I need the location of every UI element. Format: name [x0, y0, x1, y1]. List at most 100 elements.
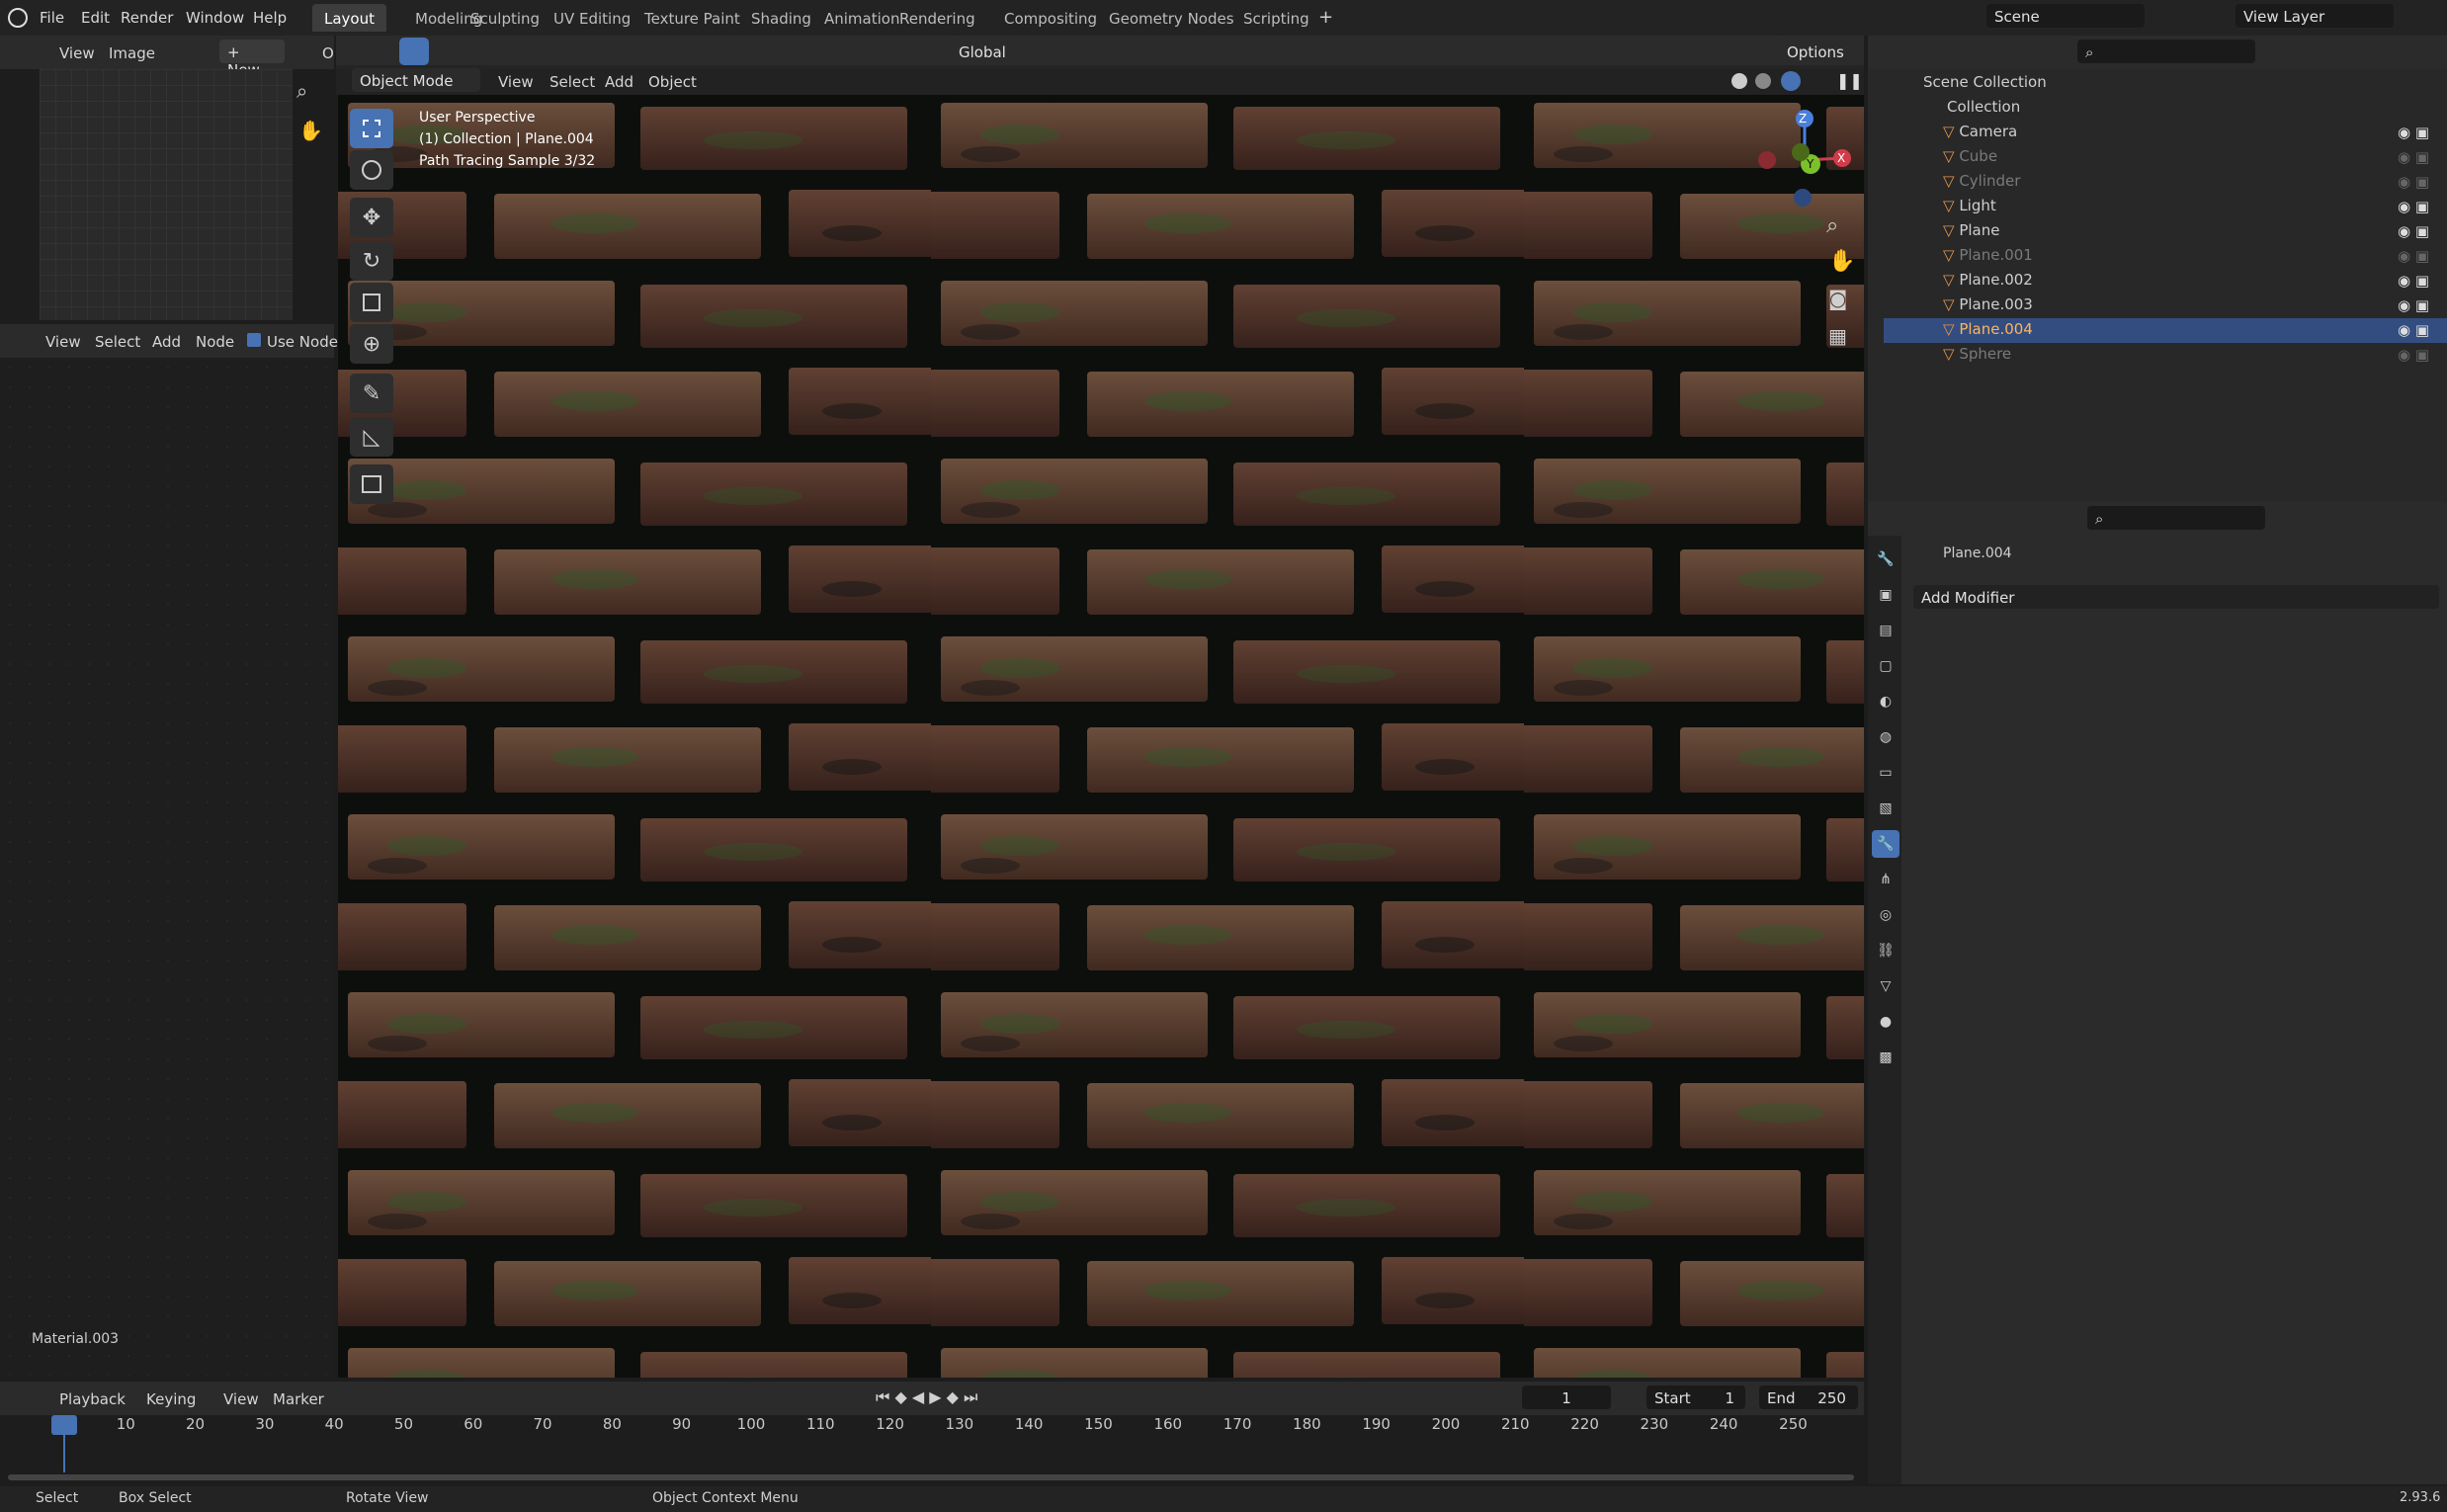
- open-image-button[interactable]: O: [322, 44, 334, 62]
- annotate-tool-icon[interactable]: ✎: [350, 374, 393, 413]
- tab-sculpting[interactable]: Sculpting: [459, 4, 551, 32]
- visibility-icon[interactable]: ◉ ▣: [2398, 224, 2429, 239]
- rotate-tool-icon[interactable]: ↻: [350, 241, 393, 281]
- view-layer-field[interactable]: View Layer: [2236, 4, 2394, 28]
- collection-row[interactable]: Collection: [1884, 96, 2447, 121]
- mode-selector[interactable]: Object Mode: [352, 68, 480, 92]
- visibility-icon[interactable]: ◉ ▣: [2398, 126, 2429, 140]
- properties-tab-view-layer-icon[interactable]: ▢: [1872, 652, 1899, 680]
- outliner-item-cube[interactable]: ▽ Cube ◉ ▣: [1884, 145, 2447, 170]
- visibility-icon[interactable]: ◉ ▣: [2398, 323, 2429, 338]
- tab-scripting[interactable]: Scripting: [1231, 4, 1321, 32]
- properties-tab-texture-icon[interactable]: ▩: [1872, 1044, 1899, 1071]
- 3d-viewport[interactable]: [338, 95, 1864, 1378]
- shading-material-icon[interactable]: [1755, 73, 1771, 89]
- current-frame-field[interactable]: 1: [1522, 1386, 1611, 1409]
- select-box-header-icon[interactable]: [399, 38, 429, 65]
- cursor-tool-icon[interactable]: [350, 150, 393, 190]
- add-modifier-dropdown[interactable]: Add Modifier: [1913, 585, 2439, 609]
- shading-rendered-icon[interactable]: [1781, 71, 1801, 91]
- select-box-tool-icon[interactable]: [350, 109, 393, 148]
- marker-menu[interactable]: Marker: [273, 1390, 324, 1408]
- viewport-select-menu[interactable]: Select: [549, 73, 595, 91]
- visibility-icon[interactable]: ◉ ▣: [2398, 150, 2429, 165]
- tab-layout[interactable]: Layout: [312, 4, 386, 32]
- properties-tab-data-icon[interactable]: ▽: [1872, 972, 1899, 1000]
- tab-rendering[interactable]: Rendering: [887, 4, 987, 32]
- visibility-icon[interactable]: ◉ ▣: [2398, 175, 2429, 190]
- shading-solid-icon[interactable]: [1731, 73, 1747, 89]
- visibility-icon[interactable]: ◉ ▣: [2398, 348, 2429, 363]
- image-image-menu[interactable]: Image: [109, 44, 155, 62]
- outliner-item-cylinder[interactable]: ▽ Cylinder ◉ ▣: [1884, 170, 2447, 195]
- properties-tab-output-icon[interactable]: ▤: [1872, 617, 1899, 644]
- tab-texture-paint[interactable]: Texture Paint: [633, 4, 752, 32]
- end-frame-field[interactable]: End 250: [1759, 1386, 1858, 1409]
- move-tool-icon[interactable]: ✥: [350, 198, 393, 237]
- menu-render[interactable]: Render: [121, 9, 173, 27]
- tab-uv-editing[interactable]: UV Editing: [542, 4, 642, 32]
- properties-tab-collection-icon[interactable]: ▭: [1872, 759, 1899, 787]
- tab-compositing[interactable]: Compositing: [992, 4, 1109, 32]
- timeline-scrollbar[interactable]: [8, 1474, 1854, 1480]
- hand-icon[interactable]: ✋: [298, 121, 323, 140]
- visibility-icon[interactable]: ◉ ▣: [2398, 298, 2429, 313]
- outliner-item-plane-002[interactable]: ▽ Plane.002 ◉ ▣: [1884, 269, 2447, 294]
- start-frame-field[interactable]: Start 1: [1646, 1386, 1745, 1409]
- grid-view-icon[interactable]: ▦: [1828, 326, 1847, 346]
- properties-tab-object-icon[interactable]: ▧: [1872, 795, 1899, 822]
- blender-logo-icon[interactable]: [8, 8, 28, 28]
- scale-tool-icon[interactable]: [350, 283, 393, 322]
- outliner-item-camera[interactable]: ▽ Camera ◉ ▣: [1884, 121, 2447, 145]
- image-view-menu[interactable]: View: [59, 44, 95, 62]
- add-cube-tool-icon[interactable]: [350, 464, 393, 504]
- node-add-menu[interactable]: Add: [152, 333, 181, 351]
- visibility-icon[interactable]: ◉ ▣: [2398, 200, 2429, 214]
- menu-edit[interactable]: Edit: [81, 9, 110, 27]
- playback-controls-icon[interactable]: ⏮ ◆ ◀ ▶ ◆ ⏭: [876, 1389, 977, 1405]
- outliner-item-sphere[interactable]: ▽ Sphere ◉ ▣: [1884, 343, 2447, 368]
- menu-window[interactable]: Window: [186, 9, 244, 27]
- properties-tab-material-icon[interactable]: ●: [1872, 1008, 1899, 1036]
- menu-file[interactable]: File: [40, 9, 64, 27]
- tab-shading[interactable]: Shading: [739, 4, 823, 32]
- outliner-item-plane-004[interactable]: ▽ Plane.004 ◉ ▣: [1884, 318, 2447, 343]
- zoom-icon[interactable]: ⌕: [296, 81, 307, 101]
- viewport-view-menu[interactable]: View: [498, 73, 534, 91]
- camera-view-icon[interactable]: ◙: [1828, 289, 1847, 308]
- properties-tab-particles-icon[interactable]: ⋔: [1872, 866, 1899, 893]
- options-button[interactable]: Options: [1779, 40, 1858, 63]
- properties-tab-constraints-icon[interactable]: ⛓: [1872, 937, 1899, 965]
- properties-tab-world-icon[interactable]: ◍: [1872, 723, 1899, 751]
- visibility-icon[interactable]: ◉ ▣: [2398, 249, 2429, 264]
- viewport-zoom-icon[interactable]: ⌕: [1826, 215, 1838, 237]
- properties-search[interactable]: ⌕: [2087, 506, 2265, 530]
- viewport-object-menu[interactable]: Object: [648, 73, 697, 91]
- node-view-menu[interactable]: View: [45, 333, 81, 351]
- properties-tab-scene-icon[interactable]: ◐: [1872, 688, 1899, 715]
- transform-tool-icon[interactable]: ⊕: [350, 324, 393, 364]
- timeline-view-menu[interactable]: View: [223, 1390, 259, 1408]
- use-nodes-checkbox[interactable]: [247, 333, 261, 347]
- outliner-item-plane[interactable]: ▽ Plane ◉ ▣: [1884, 219, 2447, 244]
- playback-menu[interactable]: Playback: [59, 1390, 126, 1408]
- image-canvas[interactable]: [40, 69, 293, 320]
- transform-orientation[interactable]: Global: [951, 40, 1046, 63]
- outliner-item-plane-003[interactable]: ▽ Plane.003 ◉ ▣: [1884, 294, 2447, 318]
- node-node-menu[interactable]: Node: [196, 333, 234, 351]
- properties-tab-physics-icon[interactable]: ◎: [1872, 901, 1899, 929]
- measure-tool-icon[interactable]: ◺: [350, 417, 393, 457]
- properties-tab-render-icon[interactable]: ▣: [1872, 581, 1899, 609]
- node-select-menu[interactable]: Select: [95, 333, 140, 351]
- viewport-hand-icon[interactable]: ✋: [1828, 251, 1855, 273]
- new-image-button[interactable]: + New: [219, 40, 285, 79]
- add-workspace-icon[interactable]: +: [1318, 9, 1333, 27]
- tab-geometry-nodes[interactable]: Geometry Nodes: [1097, 4, 1246, 32]
- properties-tab-tool-icon[interactable]: 🔧: [1872, 546, 1899, 573]
- visibility-icon[interactable]: ◉ ▣: [2398, 274, 2429, 289]
- menu-help[interactable]: Help: [253, 9, 287, 27]
- scene-field[interactable]: Scene: [1986, 4, 2145, 28]
- scene-collection-row[interactable]: Scene Collection: [1884, 71, 2447, 96]
- node-canvas[interactable]: [0, 358, 334, 1376]
- properties-tab-modifier-icon[interactable]: 🔧: [1872, 830, 1899, 858]
